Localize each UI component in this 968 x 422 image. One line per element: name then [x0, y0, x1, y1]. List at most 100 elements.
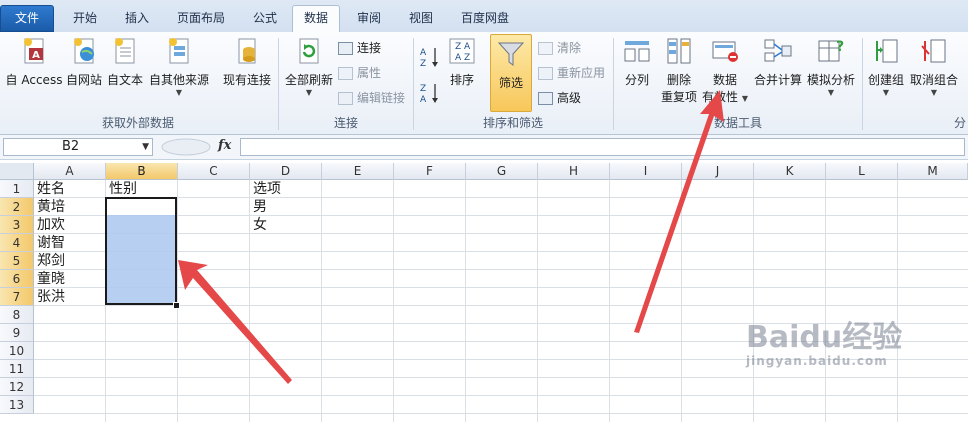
edit-links-button[interactable]: 编辑链接	[338, 89, 405, 107]
existing-connections-button[interactable]: 现有连接	[220, 36, 274, 88]
sort-za-icon[interactable]: ZA	[420, 82, 440, 104]
tab-review[interactable]: 审阅	[344, 6, 394, 32]
tab-formulas[interactable]: 公式	[240, 6, 290, 32]
tab-baidu-netdisk[interactable]: 百度网盘	[450, 6, 520, 32]
sort-icon: Z AA Z	[449, 38, 475, 64]
column-header-b[interactable]: B	[106, 163, 178, 180]
row-header-13[interactable]: 13	[0, 396, 34, 414]
ungroup-button[interactable]: 取消组合 ▼	[908, 36, 960, 97]
column-header-a[interactable]: A	[34, 163, 106, 180]
data-validation-label-1: 数据	[712, 73, 737, 87]
select-all-corner[interactable]	[0, 163, 34, 180]
column-header-e[interactable]: E	[322, 163, 394, 180]
sort-button[interactable]: ZAAZ 排序	[444, 36, 480, 88]
row-header-12[interactable]: 12	[0, 378, 34, 396]
cell-b1[interactable]: 性别	[106, 180, 137, 198]
fill-handle[interactable]	[173, 302, 180, 309]
cell-d3[interactable]: 女	[250, 216, 267, 234]
from-text-button[interactable]: 自文本	[104, 36, 146, 88]
cell-a4[interactable]: 谢智	[34, 234, 65, 252]
column-header-c[interactable]: C	[178, 163, 250, 180]
column-header-l[interactable]: L	[826, 163, 898, 180]
group-label-connections: 连接	[333, 116, 358, 130]
column-header-f[interactable]: F	[394, 163, 466, 180]
existing-connections-icon	[238, 38, 256, 64]
column-header-g[interactable]: G	[466, 163, 538, 180]
group-label-get-external-data: 获取外部数据	[101, 116, 174, 130]
row-header-1[interactable]: 1	[0, 180, 34, 198]
from-other-sources-button[interactable]: 自其他来源 ▼	[146, 36, 212, 97]
tab-page-layout[interactable]: 页面布局	[166, 6, 236, 32]
cell-d2[interactable]: 男	[250, 198, 267, 216]
svg-text:Z: Z	[420, 59, 426, 68]
refresh-all-button[interactable]: 全部刷新 ▼	[284, 36, 334, 97]
cell-a7[interactable]: 张洪	[34, 288, 65, 306]
from-web-label: 自网站	[65, 73, 102, 87]
web-globe-icon	[74, 38, 94, 64]
chevron-down-icon: ▼	[930, 88, 938, 97]
tab-file[interactable]: 文件	[0, 5, 54, 32]
connections-button[interactable]: 连接	[338, 39, 381, 57]
row-header-10[interactable]: 10	[0, 342, 34, 360]
filter-funnel-icon	[497, 42, 525, 66]
chevron-down-icon: ▼	[882, 88, 890, 97]
data-validation-button[interactable]: 数据 有效性 ▼	[702, 36, 748, 105]
cell-a2[interactable]: 黄培	[34, 198, 65, 216]
access-icon: A	[24, 38, 44, 64]
cell-d1[interactable]: 选项	[250, 180, 281, 198]
tab-data[interactable]: 数据	[292, 5, 340, 32]
cell-a3[interactable]: 加欢	[34, 216, 65, 234]
name-box[interactable]: B2 ▼	[3, 138, 153, 156]
insert-function-icon[interactable]: fx	[218, 138, 231, 153]
what-if-analysis-button[interactable]: ? 模拟分析 ▼	[806, 36, 856, 97]
column-header-k[interactable]: K	[754, 163, 826, 180]
column-header-d[interactable]: D	[250, 163, 322, 180]
row-header-11[interactable]: 11	[0, 360, 34, 378]
filter-button[interactable]: 筛选	[490, 34, 532, 112]
row-header-2[interactable]: 2	[0, 198, 34, 216]
tab-view[interactable]: 视图	[396, 6, 446, 32]
tab-insert[interactable]: 插入	[112, 6, 162, 32]
text-to-columns-label: 分列	[624, 73, 649, 87]
row-header-5[interactable]: 5	[0, 252, 34, 270]
row-header-9[interactable]: 9	[0, 324, 34, 342]
row-header-4[interactable]: 4	[0, 234, 34, 252]
clear-filter-button[interactable]: 清除	[538, 39, 581, 57]
column-header-i[interactable]: I	[610, 163, 682, 180]
active-cell-b2[interactable]	[107, 199, 175, 215]
from-access-button[interactable]: A 自 Access	[4, 36, 64, 88]
from-access-label: 自 Access	[5, 73, 63, 87]
column-header-m[interactable]: M	[898, 163, 968, 180]
row-header-3[interactable]: 3	[0, 216, 34, 234]
column-header-h[interactable]: H	[538, 163, 610, 180]
text-to-columns-button[interactable]: 分列	[618, 36, 656, 88]
tab-home[interactable]: 开始	[60, 6, 110, 32]
group-button[interactable]: 创建组 ▼	[866, 36, 906, 97]
column-header-j[interactable]: J	[682, 163, 754, 180]
data-validation-icon	[712, 41, 738, 62]
reapply-button[interactable]: 重新应用	[538, 64, 605, 82]
ungroup-label: 取消组合	[909, 73, 958, 87]
chevron-down-icon[interactable]: ▼	[142, 139, 149, 155]
row-header-7[interactable]: 7	[0, 288, 34, 306]
row-header-6[interactable]: 6	[0, 270, 34, 288]
remove-duplicates-button[interactable]: 删除 重复项	[656, 36, 702, 105]
group-divider	[278, 38, 279, 130]
cell-a6[interactable]: 童晓	[34, 270, 65, 288]
advanced-filter-button[interactable]: 高级	[538, 89, 581, 107]
consolidate-button[interactable]: 合并计算	[750, 36, 806, 88]
from-web-button[interactable]: 自网站	[64, 36, 104, 88]
connections-icon	[338, 42, 353, 55]
advanced-filter-icon	[538, 92, 553, 105]
formula-input[interactable]	[240, 138, 965, 156]
svg-text:Z: Z	[420, 84, 426, 94]
name-box-value: B2	[62, 139, 80, 154]
cell-a5[interactable]: 郑剑	[34, 252, 65, 270]
remove-duplicates-icon	[667, 38, 691, 64]
chevron-down-icon: ▼	[305, 88, 313, 97]
row-header-8[interactable]: 8	[0, 306, 34, 324]
cell-a1[interactable]: 姓名	[34, 180, 65, 198]
advanced-filter-label: 高级	[557, 91, 582, 105]
sort-az-icon[interactable]: AZ	[420, 46, 440, 68]
properties-button[interactable]: 属性	[338, 64, 381, 82]
